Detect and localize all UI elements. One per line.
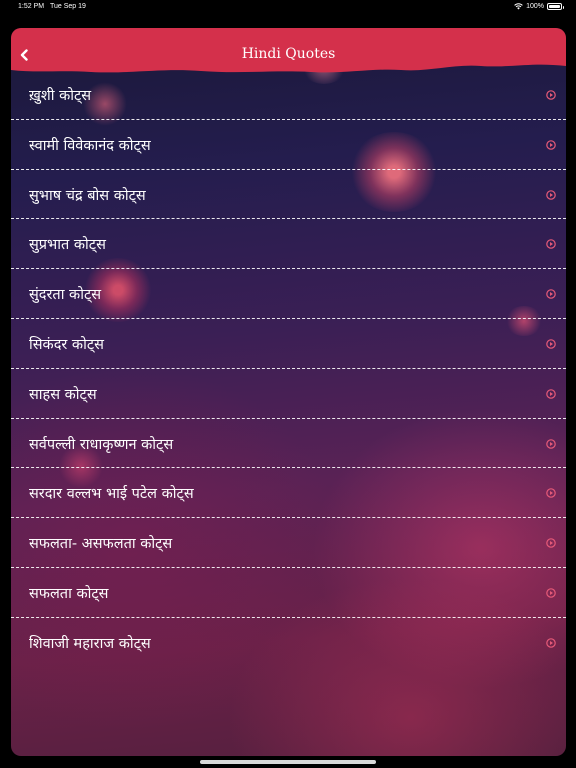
list-item-label: ख़ुशी कोट्स: [29, 88, 92, 104]
list-item[interactable]: सुप्रभात कोट्स: [11, 219, 566, 270]
list-item[interactable]: सुभाष चंद्र बोस कोट्स: [11, 170, 566, 220]
play-circle-icon: [546, 289, 556, 299]
navigation-bar: Hindi Quotes: [11, 28, 566, 73]
list-item[interactable]: शिवाजी महाराज कोट्स: [11, 618, 566, 668]
list-item[interactable]: साहस कोट्स: [11, 369, 566, 419]
play-circle-icon: [546, 438, 556, 449]
status-indicators: 100%: [514, 3, 564, 10]
play-circle-icon: [546, 538, 556, 548]
play-circle-icon: [546, 637, 556, 648]
page-title: Hindi Quotes: [241, 46, 336, 62]
list-item-label: सरदार वल्लभ भाई पटेल कोट्स: [29, 486, 194, 503]
list-item-label: सुप्रभात कोट्स: [29, 237, 106, 254]
play-circle-icon: [546, 588, 556, 598]
battery-percent: 100%: [526, 3, 544, 10]
list-item-label: सर्वपल्ली राधाकृष्णन कोट्स: [29, 436, 174, 453]
list-item-label: सफलता- असफलता कोट्स: [29, 536, 173, 553]
list-item[interactable]: सुंदरता कोट्स: [11, 269, 566, 319]
play-circle-icon: [546, 388, 556, 399]
status-bar: 1:52 PM Tue Sep 19 100%: [0, 0, 576, 14]
play-circle-icon: [546, 339, 556, 349]
list-item[interactable]: ख़ुशी कोट्स: [11, 70, 566, 120]
list-item[interactable]: सरदार वल्लभ भाई पटेल कोट्स: [11, 468, 566, 519]
list-item[interactable]: सफलता- असफलता कोट्स: [11, 518, 566, 568]
play-circle-icon: [546, 239, 556, 250]
home-indicator[interactable]: [200, 760, 376, 764]
list-item[interactable]: स्वामी विवेकानंद कोट्स: [11, 120, 566, 170]
quote-category-list: ख़ुशी कोट्स स्वामी विवेकानंद कोट्स सुभाष…: [11, 70, 566, 668]
list-item-label: सुभाष चंद्र बोस कोट्स: [29, 187, 146, 204]
play-circle-icon: [546, 139, 556, 150]
play-circle-icon: [546, 488, 556, 499]
list-item[interactable]: सर्वपल्ली राधाकृष्णन कोट्स: [11, 419, 566, 469]
list-item[interactable]: सफलता कोट्स: [11, 568, 566, 618]
app-window: Hindi Quotes ख़ुशी कोट्स स्वामी विवेकानं…: [11, 28, 566, 756]
list-item-label: साहस कोट्स: [29, 386, 97, 403]
wifi-icon: [514, 3, 523, 10]
list-item-label: शिवाजी महाराज कोट्स: [29, 635, 151, 652]
battery-icon: [547, 3, 564, 10]
play-circle-icon: [546, 90, 556, 100]
status-time: 1:52 PM: [18, 3, 45, 10]
list-item-label: सुंदरता कोट्स: [29, 287, 102, 304]
status-date: Tue Sep 19: [50, 3, 86, 10]
list-item[interactable]: सिकंदर कोट्स: [11, 319, 566, 369]
list-item-label: स्वामी विवेकानंद कोट्स: [29, 137, 151, 154]
list-item-label: सफलता कोट्स: [29, 585, 109, 602]
play-circle-icon: [546, 189, 556, 200]
list-item-label: सिकंदर कोट्स: [29, 336, 104, 353]
